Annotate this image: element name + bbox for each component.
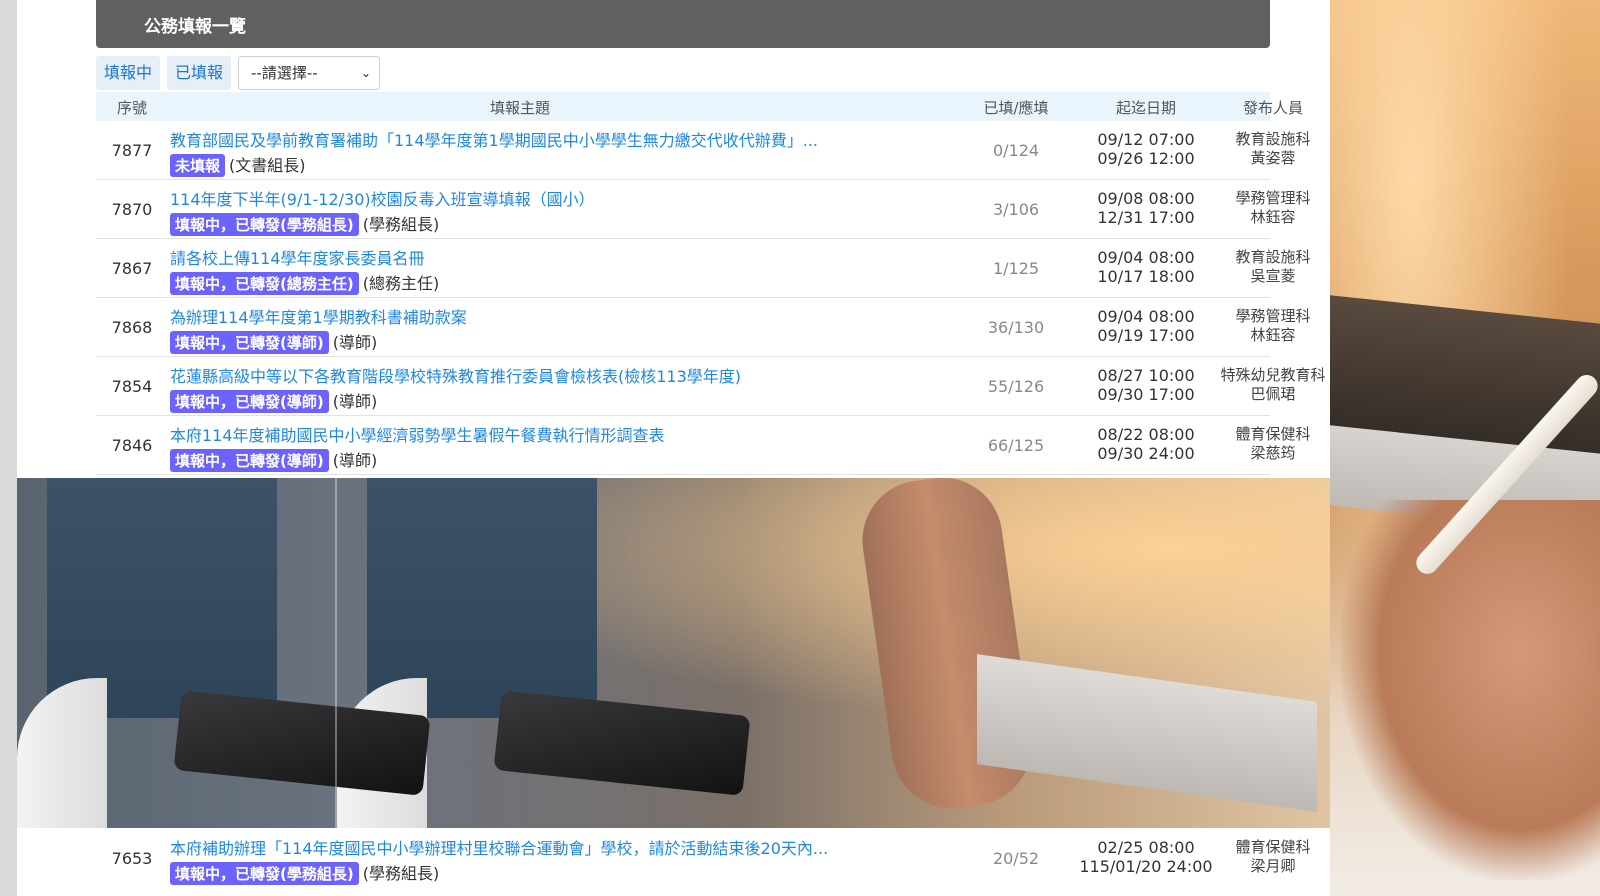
row-status: 填報中，已轉發(導師) (導師): [170, 388, 377, 413]
row-department: 學務管理科: [1235, 189, 1311, 207]
tab-filling[interactable]: 填報中: [96, 56, 160, 90]
row-status: 填報中，已轉發(學務組長) (學務組長): [170, 860, 439, 885]
status-badge: 填報中，已轉發(導師): [170, 331, 329, 354]
table-header: 序號 填報主題 已填/應填 起迄日期 發布人員: [96, 92, 1303, 121]
row-status: 填報中，已轉發(導師) (導師): [170, 329, 377, 354]
row-publisher: 學務管理科 林鈺容: [1208, 189, 1338, 227]
col-publisher: 發布人員: [1242, 99, 1303, 117]
row-id: 7867: [111, 259, 153, 278]
row-id: 7868: [111, 318, 153, 337]
row-department: 特殊幼兒教育科: [1220, 366, 1326, 384]
row-department: 體育保健科: [1235, 838, 1311, 856]
tab-filled[interactable]: 已填報: [167, 56, 231, 90]
row-publisher: 教育設施科 吳宣菱: [1208, 248, 1338, 286]
row-person: 吳宣菱: [1250, 267, 1296, 285]
page-header: 公務填報一覽: [96, 0, 1270, 48]
row-title-link[interactable]: 花蓮縣高級中等以下各教育階段學校特殊教育推行委員會檢核表(檢核113學年度): [170, 363, 980, 387]
row-publisher: 特殊幼兒教育科 巴佩珺: [1208, 366, 1338, 404]
row-status: 填報中，已轉發(總務主任) (總務主任): [170, 270, 439, 295]
row-id: 7653: [111, 849, 153, 868]
col-id: 序號: [116, 99, 147, 117]
status-badge: 填報中，已轉發(學務組長): [170, 213, 359, 236]
row-department: 教育設施科: [1235, 248, 1311, 266]
table-row: 7868 為辦理114學年度第1學期教科書補助款案 填報中，已轉發(導師) (導師) 3…: [96, 298, 1311, 357]
status-badge: 未填報: [170, 154, 226, 177]
status-badge: 填報中，已轉發(導師): [170, 390, 329, 413]
background-photo-right: [1330, 0, 1600, 896]
col-title: 填報主題: [489, 99, 550, 117]
category-select[interactable]: --請選擇-- ⌄: [238, 56, 380, 90]
row-title-link[interactable]: 本府114年度補助國民中小學經濟弱勢學生暑假午餐費執行情形調查表: [170, 422, 980, 446]
row-role: (導師): [332, 392, 378, 411]
row-id: 7877: [111, 141, 153, 160]
row-id: 7854: [111, 377, 153, 396]
row-person: 林鈺容: [1250, 208, 1296, 226]
row-publisher: 體育保健科 梁月卿: [1208, 838, 1338, 876]
row-publisher: 體育保健科 梁慈筠: [1208, 425, 1338, 463]
row-person: 黃姿蓉: [1250, 149, 1296, 167]
table-row: 7653 本府補助辦理「114年度國民中小學辦理村里校聯合運動會」學校，請於活動結…: [96, 829, 1311, 887]
row-title-link[interactable]: 114年度下半年(9/1-12/30)校園反毒入班宣導填報（國小）: [170, 186, 980, 210]
row-person: 巴佩珺: [1250, 385, 1296, 403]
status-badge: 填報中，已轉發(導師): [170, 449, 329, 472]
row-role: (總務主任): [362, 274, 440, 293]
row-id: 7870: [111, 200, 153, 219]
page-title: 公務填報一覽: [144, 17, 246, 37]
background-photo-banner: [17, 478, 1330, 828]
row-person: 梁月卿: [1250, 857, 1296, 875]
row-person: 林鈺容: [1250, 326, 1296, 344]
row-publisher: 教育設施科 黃姿蓉: [1208, 130, 1338, 168]
row-status: 填報中，已轉發(學務組長) (學務組長): [170, 211, 439, 236]
table-row: 7854 花蓮縣高級中等以下各教育階段學校特殊教育推行委員會檢核表(檢核113學年…: [96, 357, 1326, 416]
table-row: 7846 本府114年度補助國民中小學經濟弱勢學生暑假午餐費執行情形調查表 填報中，…: [96, 416, 1311, 475]
row-publisher: 學務管理科 林鈺容: [1208, 307, 1338, 345]
row-department: 體育保健科: [1235, 425, 1311, 443]
row-role: (導師): [332, 333, 378, 352]
row-title-link[interactable]: 請各校上傳114學年度家長委員名冊: [170, 245, 980, 269]
row-title-link[interactable]: 本府補助辦理「114年度國民中小學辦理村里校聯合運動會」學校，請於活動結束後20…: [170, 835, 980, 859]
row-title-link[interactable]: 為辦理114學年度第1學期教科書補助款案: [170, 304, 980, 328]
chevron-down-icon: ⌄: [360, 66, 371, 80]
table-row: 7870 114年度下半年(9/1-12/30)校園反毒入班宣導填報（國小） 填報中…: [96, 180, 1311, 239]
table-row: 7867 請各校上傳114學年度家長委員名冊 填報中，已轉發(總務主任) (總務主任)…: [96, 239, 1311, 298]
row-status: 填報中，已轉發(導師) (導師): [170, 447, 377, 472]
status-badge: 填報中，已轉發(學務組長): [170, 862, 359, 885]
row-department: 學務管理科: [1235, 307, 1311, 325]
category-select-value: --請選擇--: [251, 64, 318, 82]
row-role: (導師): [332, 451, 378, 470]
row-status: 未填報 (文書組長): [170, 152, 306, 177]
row-person: 梁慈筠: [1250, 444, 1296, 462]
status-badge: 填報中，已轉發(總務主任): [170, 272, 359, 295]
row-role: (學務組長): [362, 215, 440, 234]
row-title-link[interactable]: 教育部國民及學前教育署補助「114學年度第1學期國民中小學學生無力繳交代收代辦費…: [170, 127, 980, 151]
table-row: 7877 教育部國民及學前教育署補助「114學年度第1學期國民中小學學生無力繳交代…: [96, 121, 1311, 180]
row-role: (文書組長): [229, 156, 306, 175]
row-department: 教育設施科: [1235, 130, 1311, 148]
row-id: 7846: [111, 436, 153, 455]
row-role: (學務組長): [362, 864, 440, 883]
